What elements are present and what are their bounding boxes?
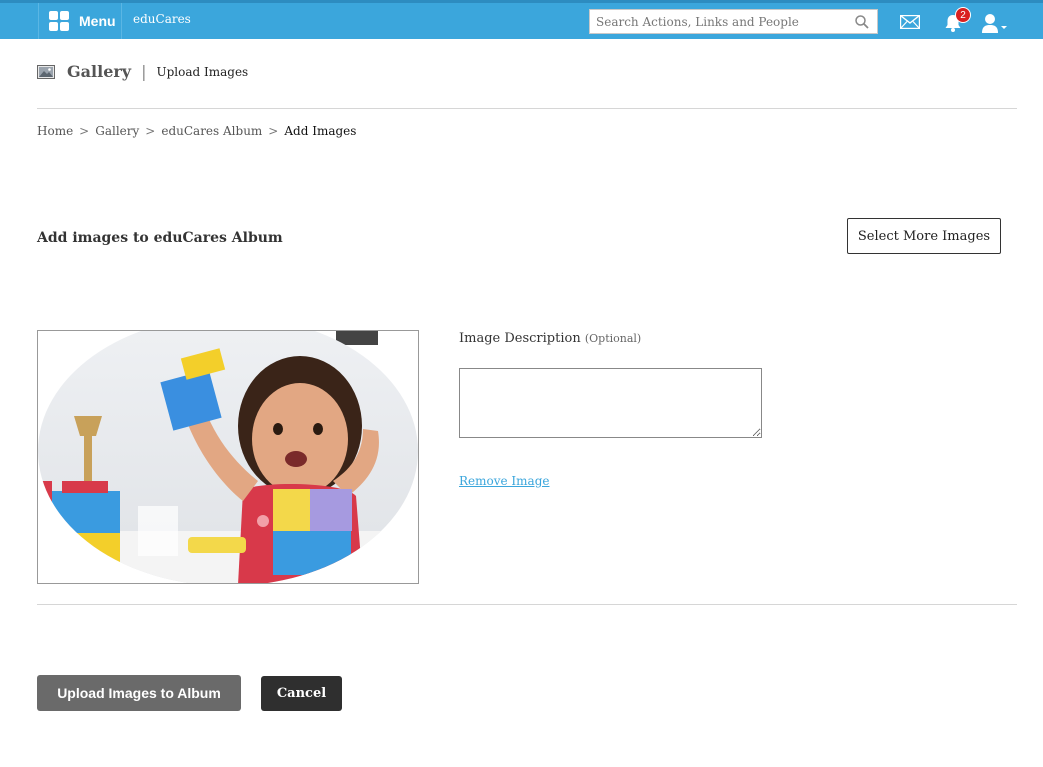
page-subtitle: Upload Images xyxy=(156,64,249,79)
gallery-icon xyxy=(37,64,55,79)
page-title: Gallery xyxy=(67,62,132,81)
breadcrumb-album[interactable]: eduCares Album xyxy=(161,124,262,138)
image-thumbnail xyxy=(37,330,419,584)
image-description-label: Image Description (Optional) xyxy=(459,331,641,346)
image-description-field[interactable] xyxy=(459,368,762,438)
description-label-text: Image Description xyxy=(459,331,581,346)
mail-icon[interactable] xyxy=(900,15,920,29)
search-input[interactable] xyxy=(590,10,840,33)
search-icon[interactable] xyxy=(855,15,869,29)
cancel-button[interactable]: Cancel xyxy=(261,676,342,711)
breadcrumb-gallery[interactable]: Gallery xyxy=(95,124,139,138)
menu-label: Menu xyxy=(79,13,116,29)
page-header: Gallery | Upload Images xyxy=(37,62,248,81)
menu-button[interactable]: Menu xyxy=(38,3,122,39)
child-playing-blocks-image xyxy=(38,331,418,583)
grid-menu-icon xyxy=(49,11,69,31)
footer-divider xyxy=(37,604,1017,605)
breadcrumb-separator: > xyxy=(79,124,90,138)
breadcrumb-separator: > xyxy=(268,124,279,138)
upload-images-button[interactable]: Upload Images to Album xyxy=(37,675,241,711)
user-icon[interactable] xyxy=(981,13,1009,33)
header-separator: | xyxy=(141,62,147,81)
top-navbar: Menu eduCares 2 xyxy=(0,0,1043,39)
breadcrumb-current: Add Images xyxy=(284,124,357,138)
breadcrumb-separator: > xyxy=(145,124,156,138)
breadcrumb-home[interactable]: Home xyxy=(37,124,73,138)
optional-label: (Optional) xyxy=(584,332,642,345)
breadcrumb: Home > Gallery > eduCares Album > Add Im… xyxy=(37,124,356,138)
search-box xyxy=(589,9,878,34)
brand-link[interactable]: eduCares xyxy=(133,12,191,26)
header-divider xyxy=(37,108,1017,109)
notification-badge: 2 xyxy=(955,7,971,23)
select-more-images-button[interactable]: Select More Images xyxy=(847,218,1001,254)
section-title: Add images to eduCares Album xyxy=(37,230,283,246)
remove-image-link[interactable]: Remove Image xyxy=(459,474,550,488)
